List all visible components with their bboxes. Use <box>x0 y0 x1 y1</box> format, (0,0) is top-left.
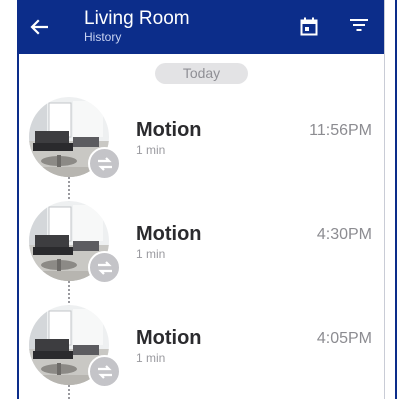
event-time: 11:56PM <box>309 122 372 139</box>
page-subtitle: History <box>84 30 122 44</box>
left-margin <box>0 0 17 399</box>
calendar-icon <box>300 17 318 36</box>
swap-badge <box>88 147 121 180</box>
event-title: Motion <box>136 223 202 245</box>
swap-arrows-icon <box>97 260 112 275</box>
back-button[interactable] <box>25 13 53 41</box>
event-title: Motion <box>136 119 202 141</box>
calendar-button[interactable] <box>300 17 322 39</box>
filter-button[interactable] <box>350 18 372 40</box>
swap-arrows-icon <box>97 364 112 379</box>
app-bar: Living Room History <box>19 0 384 54</box>
event-duration: 1 min <box>136 247 166 261</box>
swap-badge <box>88 251 121 284</box>
event-time: 4:30PM <box>316 226 372 243</box>
history-screen: Living Room History Today Motion 1 min 1… <box>19 0 384 399</box>
filter-icon <box>350 19 368 31</box>
arrow-left-icon <box>30 19 48 35</box>
event-title: Motion <box>136 327 202 349</box>
event-duration: 1 min <box>136 351 166 365</box>
swap-arrows-icon <box>97 156 112 171</box>
title-block: Living Room History <box>84 8 190 44</box>
event-duration: 1 min <box>136 143 166 157</box>
date-group-label: Today <box>155 63 248 84</box>
event-row[interactable]: Motion 1 min 4:05PM <box>19 305 384 395</box>
event-row[interactable]: Motion 1 min 11:56PM <box>19 97 384 187</box>
swap-badge <box>88 355 121 388</box>
event-row[interactable]: Motion 1 min 4:30PM <box>19 201 384 291</box>
event-time: 4:05PM <box>316 330 372 347</box>
page-title: Living Room <box>84 8 190 29</box>
